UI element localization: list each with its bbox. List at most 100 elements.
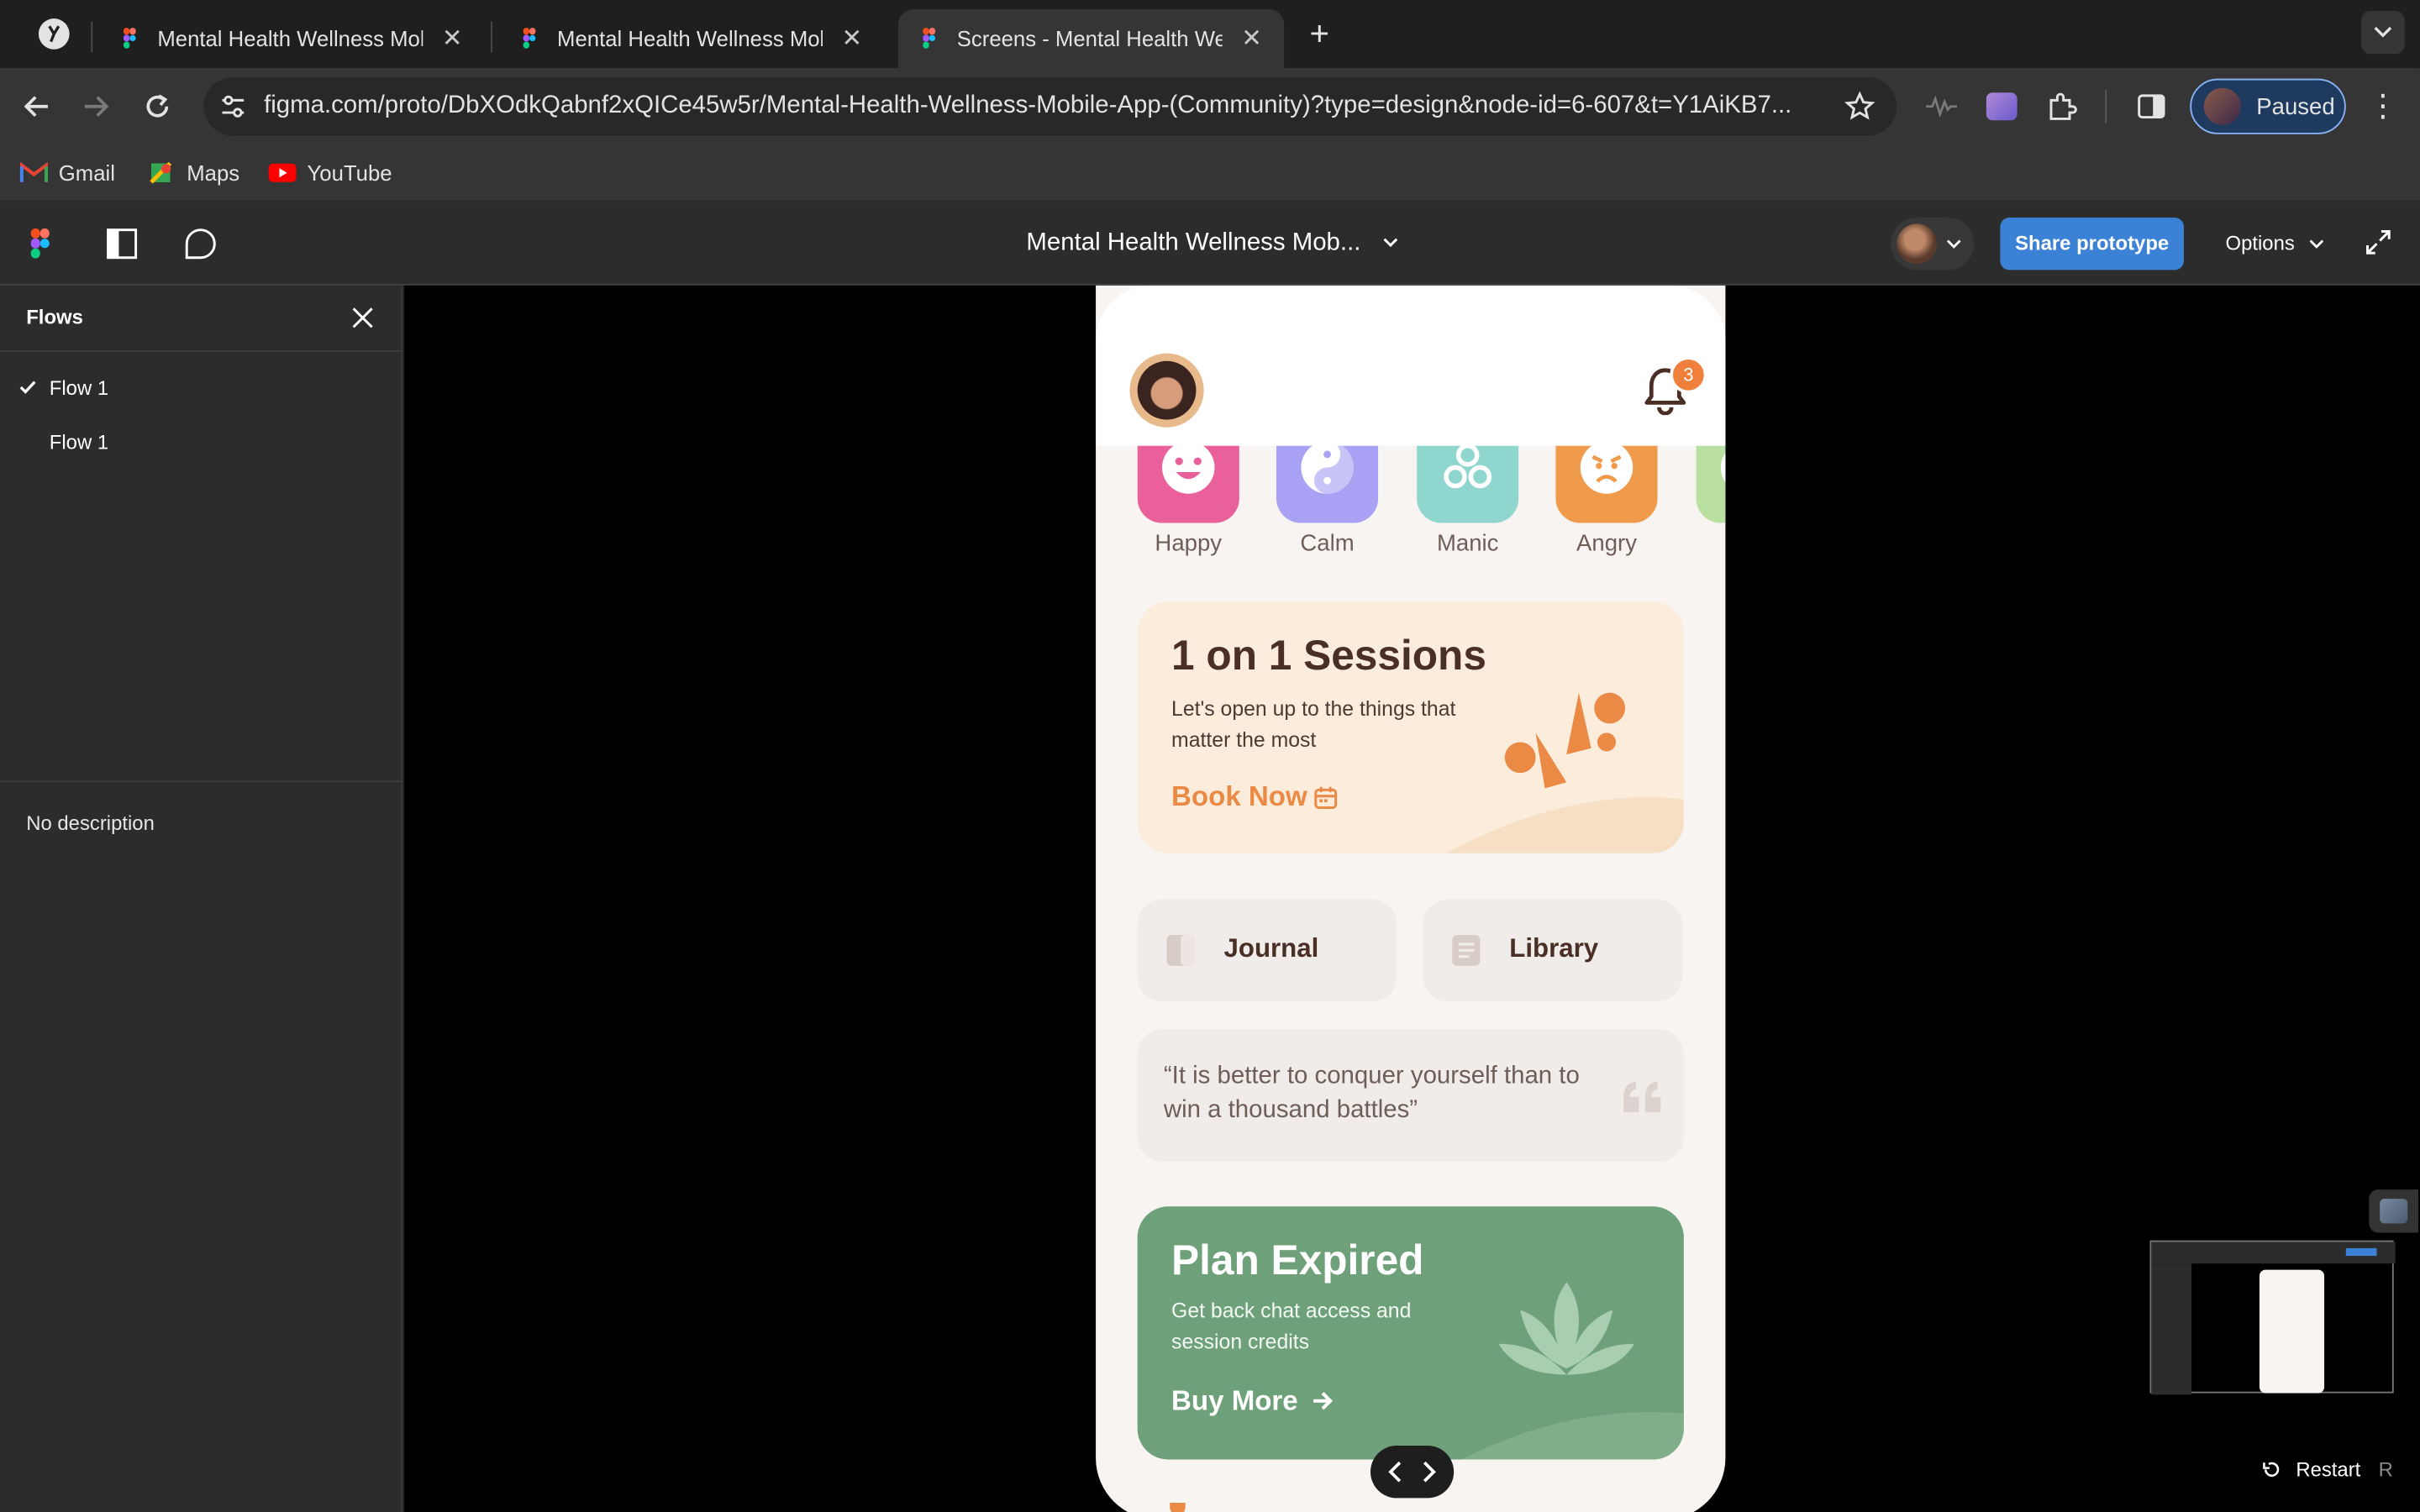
- restart-label: Restart: [2296, 1457, 2361, 1482]
- maps-icon: [150, 161, 172, 184]
- bookmark-gmail[interactable]: Gmail: [19, 157, 115, 188]
- lotus-icon: [1498, 1282, 1635, 1375]
- partial-element: [1170, 1502, 1186, 1512]
- url-text: figma.com/proto/DbXOdkQabnf2xQICe45w5r/M…: [264, 92, 1792, 119]
- chevron-down-icon[interactable]: [1381, 232, 1400, 254]
- next-screen-icon[interactable]: [1418, 1460, 1440, 1484]
- figma-icon: [123, 28, 136, 49]
- flow-item-selected[interactable]: Flow 1: [0, 363, 402, 415]
- app-header: 3: [1096, 285, 1726, 446]
- profile-status: Paused: [2256, 93, 2335, 120]
- user-menu-button[interactable]: [1890, 217, 1975, 270]
- comment-icon[interactable]: [184, 227, 218, 260]
- mobile-frame[interactable]: 3 Happy Calm Manic Angry 1 on 1 Sessions…: [1096, 285, 1726, 1512]
- mood-label: Calm: [1300, 530, 1355, 558]
- tab-title: Mental Health Wellness Mobile App (Commu…: [157, 26, 423, 51]
- bookmark-maps[interactable]: Maps: [148, 157, 239, 188]
- quote-mark-icon: [1623, 1081, 1661, 1113]
- mood-label: Happy: [1155, 530, 1223, 558]
- quote-text: “It is better to conquer yourself than t…: [1163, 1063, 1580, 1124]
- youtube-icon: [268, 163, 297, 182]
- bookmark-label: Gmail: [58, 160, 115, 186]
- plan-expired-card[interactable]: Plan Expired Get back chat access and se…: [1137, 1206, 1684, 1460]
- options-label: Options: [2225, 231, 2295, 255]
- close-icon[interactable]: ✕: [1238, 24, 1265, 52]
- previous-screen-icon[interactable]: [1385, 1460, 1407, 1484]
- tile-label: Library: [1509, 933, 1599, 963]
- sessions-card[interactable]: 1 on 1 Sessions Let's open up to the thi…: [1137, 601, 1684, 853]
- address-bar[interactable]: figma.com/proto/DbXOdkQabnf2xQICe45w5r/M…: [203, 76, 1897, 136]
- avatar[interactable]: [1129, 353, 1204, 428]
- toolbar-divider: [2105, 89, 2107, 123]
- extensions-puzzle-icon[interactable]: [2044, 88, 2081, 125]
- bookmark-youtube[interactable]: YouTube: [268, 157, 392, 188]
- avatar: [1897, 223, 1938, 265]
- gmail-icon: [19, 161, 48, 182]
- restart-button[interactable]: Restart R: [2261, 1457, 2393, 1482]
- figma-icon: [923, 28, 936, 49]
- reload-icon: [146, 94, 169, 118]
- chevron-down-icon: [2310, 239, 2325, 249]
- quote-card: “It is better to conquer yourself than t…: [1137, 1029, 1684, 1163]
- flow-item[interactable]: Flow 1: [0, 417, 402, 469]
- figma-header: Mental Health Wellness Mob... Share prot…: [0, 202, 2420, 286]
- profile-button[interactable]: Paused: [2190, 78, 2346, 134]
- arrow-right-icon: [1313, 1392, 1334, 1410]
- prototype-nav-pill: [1370, 1445, 1455, 1499]
- audio-icon[interactable]: [1923, 88, 1960, 125]
- flow-label: Flow 1: [49, 430, 109, 454]
- bookmark-star-icon[interactable]: [1844, 91, 1876, 122]
- bookmark-label: YouTube: [307, 160, 392, 186]
- flows-sidebar: Flows Flow 1 Flow 1 No description: [0, 285, 403, 1512]
- journal-tile[interactable]: Journal: [1137, 899, 1397, 1002]
- bookmarks-bar: Gmail Maps YouTube: [0, 144, 2420, 202]
- more-menu-icon[interactable]: ⋮: [2367, 87, 2398, 127]
- tab-title: Screens - Mental Health Wellness: [956, 26, 1223, 51]
- tab-screens-active[interactable]: Screens - Mental Health Wellness ✕: [897, 9, 1285, 68]
- tab-separator: [491, 21, 492, 53]
- minimap[interactable]: [2149, 1240, 2396, 1395]
- book-now-button[interactable]: Book Now: [1171, 780, 1307, 813]
- chevron-down-icon: [2374, 26, 2392, 38]
- close-icon[interactable]: ✕: [439, 24, 466, 52]
- buy-more-button[interactable]: Buy More: [1171, 1385, 1298, 1418]
- avatar: [2203, 87, 2241, 125]
- site-settings-icon[interactable]: [218, 91, 249, 122]
- sessions-subtitle: Let's open up to the things that matter …: [1171, 697, 1456, 752]
- file-title[interactable]: Mental Health Wellness Mob...: [1026, 202, 1360, 286]
- library-document-icon: [1452, 935, 1481, 966]
- mood-label: Manic: [1436, 530, 1499, 558]
- library-tile[interactable]: Library: [1423, 899, 1683, 1002]
- new-tab-button[interactable]: +: [1301, 14, 1338, 52]
- expand-fullscreen-icon[interactable]: [2365, 228, 2392, 256]
- forward-button[interactable]: [74, 85, 117, 128]
- tab-figma-community-1[interactable]: Mental Health Wellness Mobile App (Commu…: [99, 9, 485, 68]
- people-talking-icon: [1504, 692, 1626, 789]
- close-icon[interactable]: ✕: [838, 24, 865, 52]
- arrow-right-icon: [85, 96, 109, 118]
- tab-title: Mental Health Wellness Mobile App (Commu…: [557, 26, 823, 51]
- browser-logo-icon[interactable]: [38, 18, 70, 50]
- figma-menu-icon[interactable]: [26, 227, 54, 260]
- chevron-down-icon: [1946, 239, 1961, 249]
- divider: [0, 780, 403, 783]
- side-panel-icon[interactable]: [2133, 88, 2170, 125]
- minimap-icon: [2380, 1199, 2408, 1224]
- options-menu-button[interactable]: Options: [2226, 202, 2325, 286]
- bookmark-label: Maps: [187, 160, 240, 186]
- minimap-toggle-button[interactable]: [2369, 1189, 2419, 1233]
- tab-search-button[interactable]: [2361, 10, 2405, 55]
- browser-toolbar: figma.com/proto/DbXOdkQabnf2xQICe45w5r/M…: [0, 67, 2420, 145]
- prototype-canvas: 3 Happy Calm Manic Angry 1 on 1 Sessions…: [404, 285, 2420, 1512]
- plan-subtitle: Get back chat access and session credits: [1171, 1299, 1412, 1353]
- share-prototype-button[interactable]: Share prototype: [2000, 217, 2184, 270]
- notification-badge: 3: [1670, 356, 1707, 394]
- checkmark-icon: [19, 381, 36, 394]
- extension-screen-icon[interactable]: [1983, 88, 2020, 125]
- tab-figma-community-2[interactable]: Mental Health Wellness Mobile App (Commu…: [498, 9, 884, 68]
- browser-tab-bar: Mental Health Wellness Mobile App (Commu…: [0, 0, 2420, 68]
- reload-button[interactable]: [136, 85, 179, 128]
- back-button[interactable]: [15, 85, 58, 128]
- close-icon[interactable]: [349, 304, 376, 332]
- sidebar-toggle-icon[interactable]: [105, 227, 139, 260]
